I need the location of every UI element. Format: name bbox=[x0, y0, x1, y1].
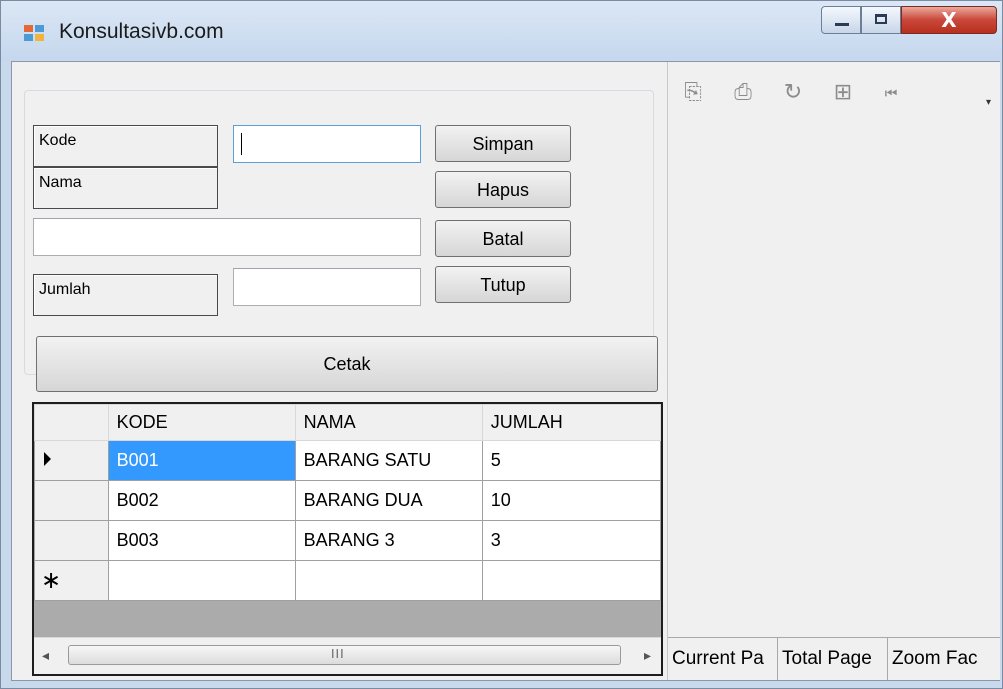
kode-input[interactable] bbox=[233, 125, 421, 163]
hapus-button-label: Hapus bbox=[476, 180, 530, 200]
grid-header-row: KODE NAMA JUMLAH bbox=[34, 404, 661, 441]
nama-input[interactable] bbox=[33, 218, 421, 256]
current-row-pointer-icon bbox=[44, 452, 51, 466]
table-cell[interactable]: B001 bbox=[107, 440, 296, 481]
client-area: Kode Nama Jumlah Simpan Hapus Batal Tutu… bbox=[11, 61, 1000, 681]
window-title: Konsultasivb.com bbox=[59, 20, 224, 43]
table-row[interactable]: B003 BARANG 3 3 bbox=[34, 520, 661, 561]
grid-table: KODE NAMA JUMLAH B001 BARANG SATU 5 B002… bbox=[34, 404, 661, 601]
refresh-icon[interactable]: ↻ bbox=[780, 80, 806, 106]
toolbar-overflow-icon[interactable]: ▾ bbox=[986, 97, 991, 108]
table-row[interactable]: B002 BARANG DUA 10 bbox=[34, 480, 661, 521]
scroll-right-icon[interactable]: ▸ bbox=[644, 648, 651, 664]
row-header[interactable] bbox=[34, 480, 109, 521]
report-viewer: ⎘ ⎙ ↻ ⊞ ⏮ ▾ Current Pa Total Page Zoom F… bbox=[667, 62, 1000, 680]
table-cell[interactable]: 5 bbox=[481, 440, 661, 481]
row-header[interactable] bbox=[34, 440, 109, 481]
status-bar: Current Pa Total Page Zoom Fac bbox=[668, 637, 1000, 680]
column-header-nama[interactable]: NAMA bbox=[294, 404, 483, 441]
column-header-jumlah[interactable]: JUMLAH bbox=[481, 404, 661, 441]
jumlah-label: Jumlah bbox=[33, 274, 218, 316]
first-page-icon[interactable]: ⏮ bbox=[878, 86, 904, 112]
row-header[interactable] bbox=[34, 520, 109, 561]
cetak-button[interactable]: Cetak bbox=[36, 336, 658, 392]
kode-label: Kode bbox=[33, 125, 218, 167]
table-row[interactable]: B001 BARANG SATU 5 bbox=[34, 440, 661, 481]
export-icon[interactable]: ⎘ bbox=[680, 80, 706, 106]
input-panel: Kode Nama Jumlah Simpan Hapus Batal Tutu… bbox=[24, 90, 654, 375]
maximize-button[interactable] bbox=[861, 6, 901, 34]
table-cell[interactable] bbox=[107, 560, 296, 601]
horizontal-scrollbar[interactable]: ◂ III ▸ bbox=[34, 637, 661, 674]
grid-corner-cell[interactable] bbox=[34, 404, 109, 441]
scroll-grip: III bbox=[331, 647, 345, 661]
group-tree-icon[interactable]: ⊞ bbox=[830, 80, 856, 106]
tutup-button[interactable]: Tutup bbox=[435, 266, 571, 303]
zoom-factor-status: Zoom Fac bbox=[892, 648, 978, 669]
new-row-icon: ∗ bbox=[41, 566, 62, 594]
app-icon[interactable] bbox=[24, 25, 46, 43]
data-grid[interactable]: KODE NAMA JUMLAH B001 BARANG SATU 5 B002… bbox=[32, 402, 663, 676]
title-bar[interactable]: Konsultasivb.com X bbox=[1, 1, 1002, 61]
table-cell[interactable]: BARANG DUA bbox=[294, 480, 483, 521]
hapus-button[interactable]: Hapus bbox=[435, 171, 571, 208]
table-cell[interactable] bbox=[481, 560, 661, 601]
table-cell[interactable]: 3 bbox=[481, 520, 661, 561]
table-cell[interactable]: B002 bbox=[107, 480, 296, 521]
scroll-left-icon[interactable]: ◂ bbox=[42, 648, 49, 664]
table-cell[interactable]: 10 bbox=[481, 480, 661, 521]
tutup-button-label: Tutup bbox=[480, 275, 526, 295]
minimize-button[interactable] bbox=[821, 6, 861, 34]
total-pages-status: Total Page bbox=[778, 638, 888, 680]
maximize-icon bbox=[875, 14, 887, 24]
batal-button-label: Batal bbox=[482, 229, 524, 249]
batal-button[interactable]: Batal bbox=[435, 220, 571, 257]
table-cell[interactable]: BARANG 3 bbox=[294, 520, 483, 561]
close-icon: X bbox=[941, 8, 957, 32]
table-cell[interactable]: BARANG SATU bbox=[294, 440, 483, 481]
current-page-status: Current Pa bbox=[668, 638, 778, 680]
new-row[interactable]: ∗ bbox=[34, 560, 661, 601]
jumlah-input[interactable] bbox=[233, 268, 421, 306]
close-button[interactable]: X bbox=[901, 6, 997, 34]
simpan-button-label: Simpan bbox=[472, 134, 534, 154]
nama-label: Nama bbox=[33, 167, 218, 209]
app-window: Konsultasivb.com X Kode Nama Jumlah Simp… bbox=[0, 0, 1003, 689]
table-cell[interactable]: B003 bbox=[107, 520, 296, 561]
column-header-kode[interactable]: KODE bbox=[107, 404, 296, 441]
table-cell[interactable] bbox=[294, 560, 483, 601]
scrollbar-thumb[interactable]: III bbox=[68, 645, 621, 665]
text-caret bbox=[241, 133, 242, 155]
minimize-icon bbox=[835, 23, 849, 26]
cetak-button-label: Cetak bbox=[323, 354, 371, 374]
row-header[interactable]: ∗ bbox=[34, 560, 109, 601]
simpan-button[interactable]: Simpan bbox=[435, 125, 571, 162]
print-icon[interactable]: ⎙ bbox=[730, 80, 756, 106]
